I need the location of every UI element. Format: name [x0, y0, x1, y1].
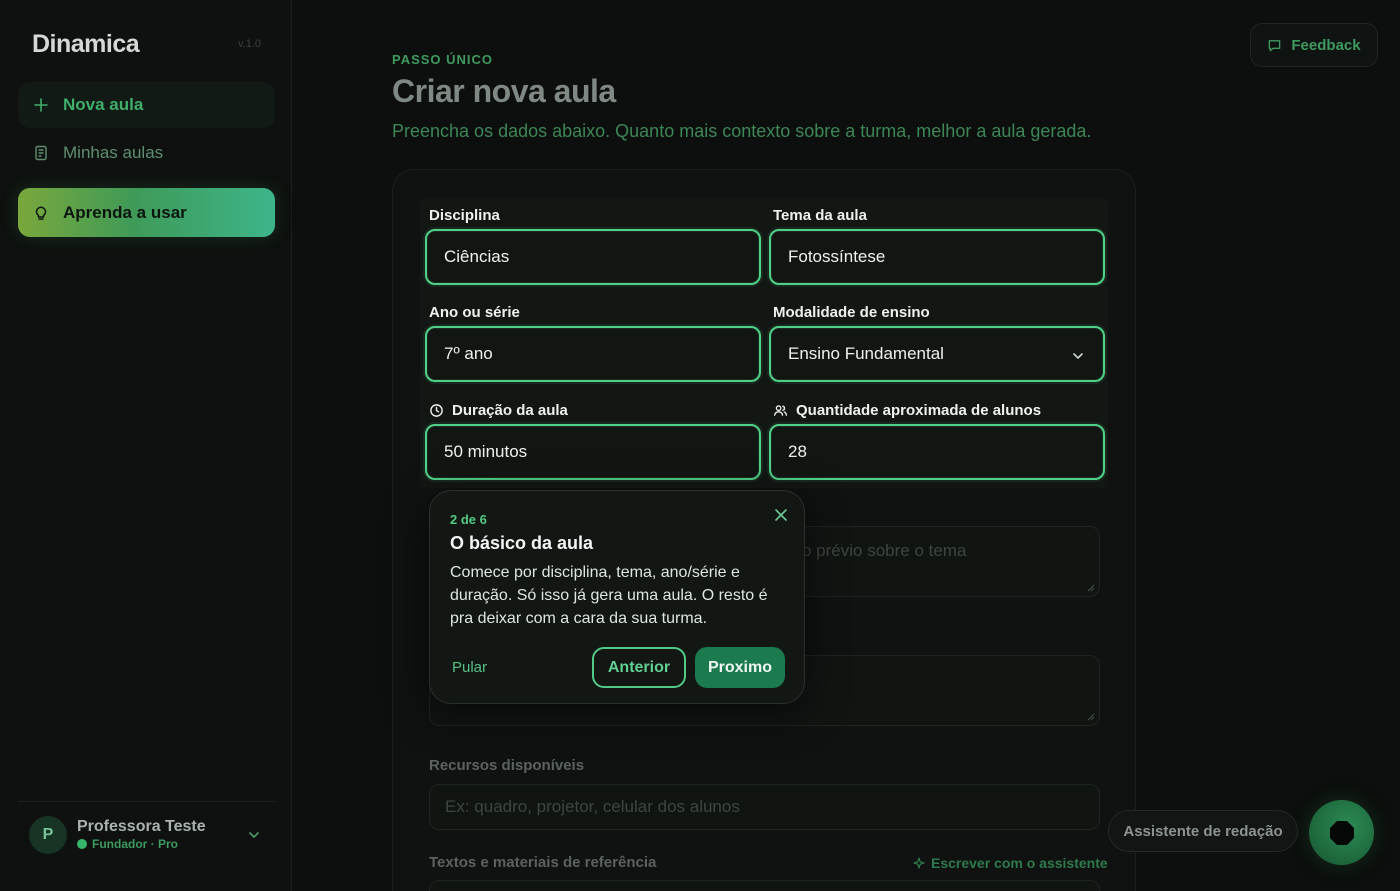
escrever-com-assistente-link[interactable]: Escrever com o assistente	[913, 855, 1108, 871]
sidebar: Dinamica v.1.0 Nova aula Minhas aulas Ap…	[0, 0, 292, 891]
message-icon	[1269, 39, 1281, 51]
tour-body: Comece por disciplina, tema, ano/série e…	[450, 564, 768, 627]
sidebar-item-nova-aula[interactable]: Nova aula	[18, 82, 275, 128]
tour-popover: 2 de 6 O básico da aula Comece por disci…	[429, 490, 805, 704]
disciplina-label: Disciplina	[429, 207, 500, 224]
sidebar-item-aprenda-a-usar[interactable]: Aprenda a usar	[18, 188, 275, 237]
user-plan-label: Fundador · Pro	[92, 837, 178, 851]
ano-label: Ano ou série	[429, 304, 520, 321]
document-icon	[33, 145, 49, 161]
recursos-input[interactable]: Ex: quadro, projetor, celular dos alunos	[429, 784, 1100, 830]
sidebar-divider	[18, 801, 275, 802]
modalidade-label: Modalidade de ensino	[773, 304, 930, 321]
sidebar-item-label: Nova aula	[63, 95, 144, 114]
plus-icon	[33, 97, 49, 113]
user-plan: Fundador · Pro	[77, 837, 178, 851]
tour-previous-button[interactable]: Anterior	[592, 647, 686, 688]
assistant-label[interactable]: Assistente de redação	[1108, 810, 1298, 852]
alunos-label: Quantidade aproximada de alunos	[773, 402, 1041, 419]
modalidade-select[interactable]: Ensino Fundamental	[769, 326, 1105, 382]
sparkle-icon	[913, 857, 925, 869]
tour-step-counter: 2 de 6	[450, 512, 487, 527]
lightbulb-icon	[33, 205, 49, 221]
page-title: Criar nova aula	[392, 73, 616, 109]
sidebar-item-label: Aprenda a usar	[63, 202, 187, 222]
duracao-label: Duração da aula	[429, 402, 568, 419]
alunos-input[interactable]: 28	[769, 424, 1105, 480]
recursos-label: Recursos disponíveis	[429, 757, 585, 774]
users-icon	[774, 405, 788, 416]
plan-status-dot	[77, 839, 87, 849]
sidebar-item-label: Minhas aulas	[63, 143, 164, 162]
ano-input[interactable]: 7º ano	[425, 326, 761, 382]
octagon-icon	[1329, 820, 1354, 845]
clock-icon	[430, 404, 443, 417]
modalidade-value: Ensino Fundamental	[788, 344, 944, 363]
feedback-button[interactable]: Feedback	[1250, 23, 1378, 67]
duracao-label-text: Duração da aula	[452, 402, 568, 419]
feedback-label: Feedback	[1291, 36, 1361, 54]
page-subtitle: Preencha os dados abaixo. Quanto mais co…	[392, 121, 1092, 141]
tour-skip-button[interactable]: Pular	[452, 659, 487, 676]
step-label: PASSO ÚNICO	[392, 52, 494, 67]
tour-title: O básico da aula	[450, 533, 594, 553]
avatar: P	[29, 816, 67, 854]
assistant-button[interactable]	[1309, 800, 1374, 865]
assist-link-label: Escrever com o assistente	[931, 855, 1108, 871]
user-name: Professora Teste	[77, 818, 206, 835]
duracao-input[interactable]: 50 minutos	[425, 424, 761, 480]
textos-textarea[interactable]	[429, 880, 1100, 891]
app-version: v.1.0	[238, 38, 262, 50]
brand-logo[interactable]: Dinamica	[32, 30, 140, 59]
tema-input[interactable]: Fotossíntese	[769, 229, 1105, 285]
chevron-down-icon	[1071, 348, 1085, 362]
resize-grip-icon[interactable]	[1087, 584, 1095, 592]
resize-grip-icon[interactable]	[1087, 713, 1095, 721]
textos-label: Textos e materiais de referência	[429, 854, 657, 871]
conhecimento-placeholder: o prévio sobre o tema	[802, 541, 967, 560]
close-icon[interactable]	[772, 506, 790, 524]
alunos-label-text: Quantidade aproximada de alunos	[796, 402, 1042, 419]
user-menu[interactable]: P Professora Teste Fundador · Pro	[29, 816, 269, 854]
disciplina-input[interactable]: Ciências	[425, 229, 761, 285]
tema-label: Tema da aula	[773, 207, 867, 224]
tour-next-button[interactable]: Proximo	[695, 647, 785, 688]
sidebar-item-minhas-aulas[interactable]: Minhas aulas	[18, 130, 275, 176]
chevron-down-icon[interactable]	[247, 828, 261, 842]
